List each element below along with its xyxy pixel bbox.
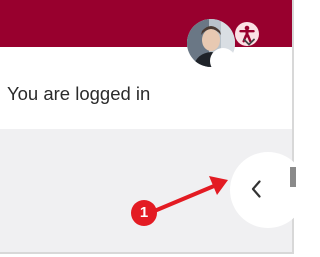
annotation-step-badge: 1 xyxy=(131,200,157,226)
scrollbar-thumb[interactable] xyxy=(290,167,296,187)
annotation-arrow-icon xyxy=(150,176,228,214)
user-menu-bar: You are logged in xyxy=(0,47,292,129)
logged-in-text: You are logged in xyxy=(7,83,151,104)
chevron-left-icon[interactable] xyxy=(250,179,262,199)
drawer-toggle-button[interactable] xyxy=(230,152,306,228)
avatar-status-indicator xyxy=(210,48,236,74)
chevron-down-icon[interactable] xyxy=(242,36,256,48)
